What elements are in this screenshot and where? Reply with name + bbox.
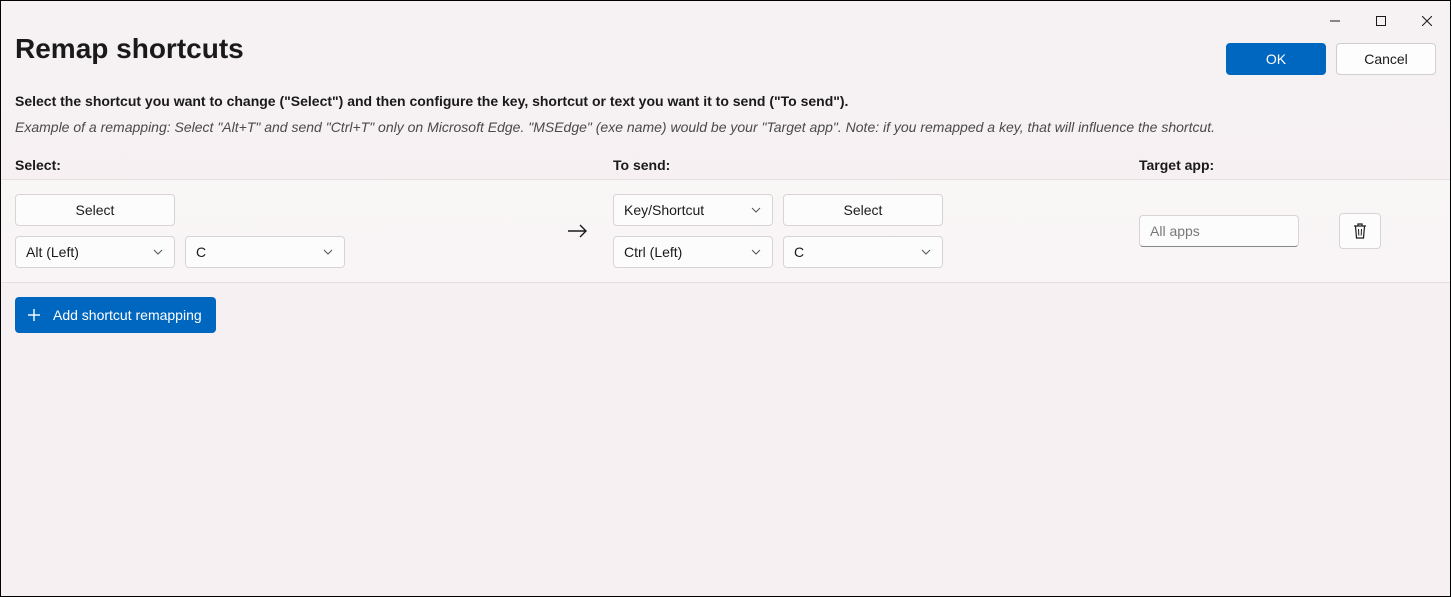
plus-icon xyxy=(25,306,43,324)
select-group: Select Alt (Left) C xyxy=(15,194,543,268)
arrow-right-icon xyxy=(567,223,589,239)
mapping-row: Select Alt (Left) C xyxy=(1,179,1450,283)
page-title: Remap shortcuts xyxy=(15,33,1436,65)
close-icon xyxy=(1422,16,1432,26)
minimize-button[interactable] xyxy=(1312,9,1358,33)
select-key1-label: Alt (Left) xyxy=(26,244,79,260)
chevron-down-icon xyxy=(920,246,932,258)
select-key2-label: C xyxy=(196,244,206,260)
ok-button[interactable]: OK xyxy=(1226,43,1326,75)
minimize-icon xyxy=(1330,16,1340,26)
instructions-text: Select the shortcut you want to change (… xyxy=(15,93,1436,109)
tosend-key1-dropdown[interactable]: Ctrl (Left) xyxy=(613,236,773,268)
tosend-select-label: Select xyxy=(844,202,883,218)
column-headers: Select: To send: Target app: xyxy=(15,157,1436,179)
action-buttons: OK Cancel xyxy=(1226,43,1436,75)
header-to-send: To send: xyxy=(613,157,1139,173)
tosend-select-button[interactable]: Select xyxy=(783,194,943,226)
chevron-down-icon xyxy=(322,246,334,258)
chevron-down-icon xyxy=(750,246,762,258)
close-button[interactable] xyxy=(1404,9,1450,33)
chevron-down-icon xyxy=(750,204,762,216)
select-key2-dropdown[interactable]: C xyxy=(185,236,345,268)
add-shortcut-remapping-button[interactable]: Add shortcut remapping xyxy=(15,297,216,333)
target-app-input[interactable] xyxy=(1139,215,1299,247)
tosend-group: Key/Shortcut Select Ctrl (Left) xyxy=(613,194,1139,268)
trash-icon xyxy=(1352,222,1368,240)
tosend-type-label: Key/Shortcut xyxy=(624,202,704,218)
target-app-group xyxy=(1139,213,1381,249)
header-target-app: Target app: xyxy=(1139,157,1436,173)
select-shortcut-button[interactable]: Select xyxy=(15,194,175,226)
window-titlebar xyxy=(1312,1,1450,33)
maximize-icon xyxy=(1376,16,1386,26)
tosend-key2-label: C xyxy=(794,244,804,260)
example-text: Example of a remapping: Select "Alt+T" a… xyxy=(15,119,1436,135)
maximize-button[interactable] xyxy=(1358,9,1404,33)
tosend-key1-label: Ctrl (Left) xyxy=(624,244,682,260)
header-select: Select: xyxy=(15,157,613,173)
delete-mapping-button[interactable] xyxy=(1339,213,1381,249)
tosend-key2-dropdown[interactable]: C xyxy=(783,236,943,268)
select-button-label: Select xyxy=(76,202,115,218)
cancel-button[interactable]: Cancel xyxy=(1336,43,1436,75)
arrow-separator xyxy=(543,223,613,239)
tosend-type-dropdown[interactable]: Key/Shortcut xyxy=(613,194,773,226)
add-button-label: Add shortcut remapping xyxy=(53,307,202,323)
chevron-down-icon xyxy=(152,246,164,258)
select-key1-dropdown[interactable]: Alt (Left) xyxy=(15,236,175,268)
